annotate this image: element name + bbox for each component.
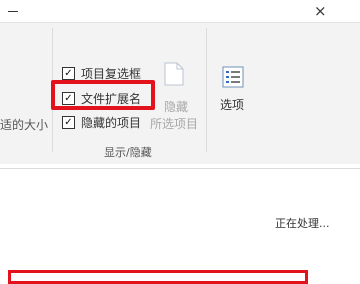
file-extensions-highlight xyxy=(51,80,155,110)
hide-selected-button[interactable]: 隐藏 所选项目 xyxy=(148,58,200,131)
options-list-icon xyxy=(222,66,244,88)
show-hide-group-label: 显示/隐藏 xyxy=(104,146,152,159)
hide-selected-label-bottom: 所选项目 xyxy=(150,117,199,131)
document-icon xyxy=(164,62,184,86)
hidden-items-label: 隐藏的项目 xyxy=(81,116,142,130)
hidden-items-toggle[interactable]: ✓ 隐藏的项目 xyxy=(62,114,141,131)
close-icon[interactable]: × xyxy=(314,3,327,19)
bottom-highlight xyxy=(8,270,308,284)
checkbox-checked-icon[interactable]: ✓ xyxy=(62,116,75,129)
hide-selected-label-top: 隐藏 xyxy=(164,100,189,114)
minimize-icon[interactable] xyxy=(8,11,18,12)
title-bar: × xyxy=(0,0,360,22)
left-group-label: 适的大小 xyxy=(0,118,49,132)
group-separator-right xyxy=(206,28,207,152)
options-button[interactable]: 选项 xyxy=(214,64,254,116)
checkbox-checked-icon[interactable]: ✓ xyxy=(62,67,75,80)
status-text: 正在处理... xyxy=(275,217,330,230)
options-label: 选项 xyxy=(220,98,245,112)
ribbon-bottom-edge xyxy=(0,164,360,169)
